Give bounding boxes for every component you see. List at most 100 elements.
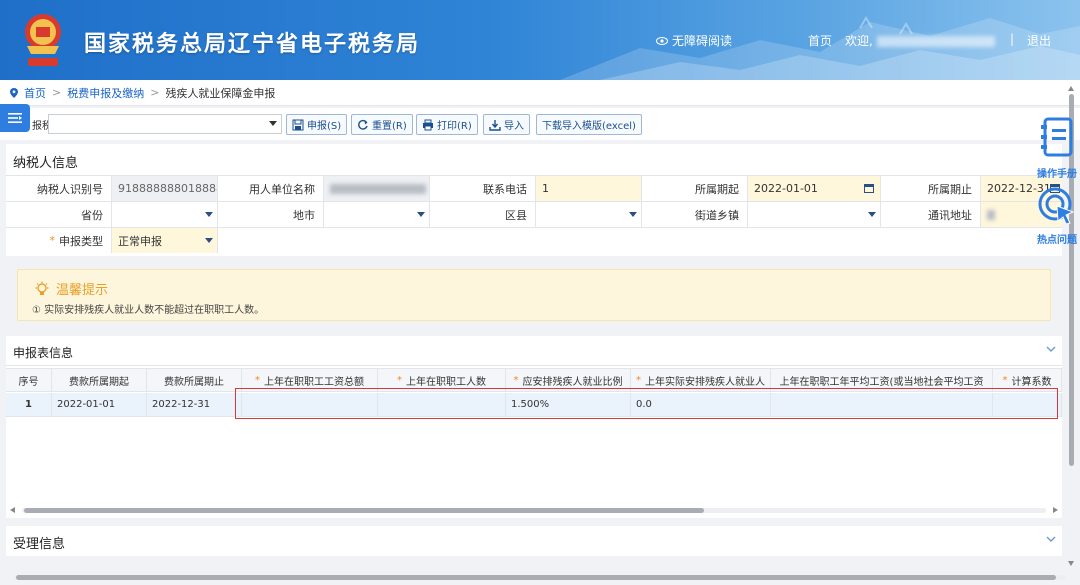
period-start-label: 所属期起	[642, 176, 748, 201]
scroll-left-arrow-icon[interactable]	[10, 507, 15, 513]
province-select[interactable]	[112, 202, 218, 227]
column-header-label: 序号	[18, 377, 39, 388]
sidebar-toggle-button[interactable]	[0, 104, 30, 132]
username-blurred	[876, 36, 995, 47]
column-header-label: 上年在职职工工资总额	[264, 377, 364, 388]
save-icon	[292, 119, 304, 130]
menu-icon	[8, 113, 22, 123]
declaration-type-label: * 申报类型	[6, 228, 112, 253]
declaration-form-header: 申报表信息	[6, 336, 1062, 366]
table-cell: 2022-01-01	[52, 393, 147, 416]
breadcrumb-current: 残疾人就业保障金申报	[165, 86, 276, 100]
address-blurred	[987, 209, 995, 220]
collapse-chevron-icon[interactable]	[1046, 535, 1056, 543]
calendar-icon[interactable]	[864, 183, 874, 193]
page-horizontal-scrollbar[interactable]	[0, 572, 1080, 582]
accessibility-label: 无障碍阅读	[672, 34, 733, 48]
period-end-label: 所属期止	[881, 176, 981, 201]
required-mark: *	[49, 234, 56, 247]
chevron-down-icon	[629, 212, 637, 217]
warm-tip-box: 温馨提示 ① 实际安排残疾人就业人数不能超过在职职工人数。	[17, 269, 1051, 321]
refresh-icon	[358, 119, 368, 130]
import-button[interactable]: 导入	[483, 114, 530, 135]
required-mark: *	[397, 375, 402, 386]
download-template-button[interactable]: 下载导入模版(excel)	[536, 114, 642, 135]
manual-book-icon	[1041, 117, 1073, 157]
chevron-down-icon	[205, 212, 213, 217]
scroll-right-arrow-icon[interactable]	[1053, 507, 1058, 513]
phone-value: 1	[542, 182, 549, 195]
breadcrumb-tax-declaration[interactable]: 税费申报及缴纳	[67, 85, 144, 101]
taxpayer-info-panel: 纳税人信息 纳税人识别号 91888888801888888 用人单位名称 联系…	[6, 144, 1062, 256]
logout-link[interactable]: 退出	[1027, 32, 1051, 49]
scroll-thumb[interactable]	[24, 508, 704, 513]
acceptance-info-title: 受理信息	[13, 537, 66, 552]
county-label: 区县	[430, 202, 536, 227]
address-label: 通讯地址	[881, 202, 981, 227]
declaration-form-panel: 申报表信息 序号 费款所属期起 费款所属期止 * 上年在职职工工资总额 * 上年在职职工人数…	[6, 336, 1062, 518]
reset-button[interactable]: 重置(R)	[351, 114, 413, 135]
table-cell: 2022-12-31	[147, 393, 242, 416]
hot-questions-button[interactable]: 热点问题	[1034, 186, 1080, 248]
highlight-box	[235, 388, 1058, 419]
breadcrumb-arrow: >	[52, 86, 62, 99]
welcome-text: 欢迎,	[845, 32, 995, 49]
tax-select-dropdown[interactable]	[48, 114, 282, 134]
download-template-label: 下载导入模版(excel)	[542, 121, 636, 132]
chevron-down-icon	[269, 121, 277, 126]
breadcrumb-arrow: >	[150, 86, 160, 99]
accessibility-link[interactable]: 无障碍阅读	[656, 32, 732, 49]
required-mark: *	[636, 375, 641, 386]
required-mark: *	[255, 375, 260, 386]
scroll-thumb[interactable]	[16, 575, 1056, 580]
collapse-chevron-icon[interactable]	[1046, 345, 1056, 353]
declaration-type-label-text: 申报类型	[59, 234, 103, 248]
column-header-label: 上年实际安排残疾人就业人	[645, 377, 765, 388]
city-select[interactable]	[324, 202, 430, 227]
column-header-label: 上年在职职工人数	[406, 377, 486, 388]
taxpayer-row-3: * 申报类型 正常申报	[6, 228, 1062, 254]
city-label: 地市	[218, 202, 324, 227]
header-separator: |	[1010, 32, 1015, 46]
column-header-label: 上年在职职工年平均工资(或当地社会平均工资	[779, 377, 984, 388]
taxpayer-id-field: 91888888801888888	[112, 176, 218, 201]
warm-tip-title: 温馨提示	[34, 279, 108, 298]
province-label: 省份	[6, 202, 112, 227]
required-mark: *	[513, 375, 519, 386]
street-select[interactable]	[748, 202, 881, 227]
declare-button[interactable]: 申报(S)	[286, 114, 348, 135]
street-label: 街道乡镇	[642, 202, 748, 227]
column-header-label: 费款所属期起	[69, 377, 129, 388]
phone-input[interactable]: 1	[536, 176, 642, 201]
period-start-value: 2022-01-01	[754, 182, 818, 195]
toolbar: 报税: 申报(S) 重置(R) 打印(R) 导入 下载导入模版(excel)	[0, 108, 1080, 140]
period-start-input[interactable]: 2022-01-01	[748, 176, 881, 201]
print-button-label: 打印(R)	[437, 121, 472, 132]
table-cell: 1	[6, 393, 52, 416]
required-mark: *	[1002, 375, 1008, 386]
employer-name-label: 用人单位名称	[218, 176, 324, 201]
chevron-down-icon	[205, 238, 213, 243]
warm-tip-title-text: 温馨提示	[56, 283, 109, 298]
column-header: 序号	[6, 369, 52, 392]
operation-manual-label: 操作手册	[1037, 169, 1077, 180]
column-header-label: 费款所属期止	[164, 377, 224, 388]
scroll-down-arrow-icon[interactable]	[1068, 561, 1074, 566]
chevron-down-icon	[868, 212, 876, 217]
breadcrumb-home[interactable]: 首页	[24, 85, 46, 101]
declaration-type-select[interactable]: 正常申报	[112, 228, 218, 253]
print-button[interactable]: 打印(R)	[416, 114, 478, 135]
table-horizontal-scrollbar[interactable]	[10, 506, 1058, 514]
taxpayer-id-value: 91888888801888888	[118, 182, 217, 195]
employer-name-field	[324, 176, 430, 201]
scroll-up-arrow-icon[interactable]	[1068, 86, 1074, 91]
site-title: 国家税务总局辽宁省电子税务局	[84, 32, 421, 57]
lightbulb-icon	[35, 281, 49, 295]
printer-icon	[423, 119, 433, 130]
hot-questions-label: 热点问题	[1037, 235, 1077, 246]
county-select[interactable]	[536, 202, 642, 227]
operation-manual-button[interactable]: 操作手册	[1034, 116, 1080, 182]
column-header: 费款所属期止	[147, 369, 242, 392]
header-home-link[interactable]: 首页	[808, 32, 832, 49]
taxpayer-id-label: 纳税人识别号	[6, 176, 112, 201]
